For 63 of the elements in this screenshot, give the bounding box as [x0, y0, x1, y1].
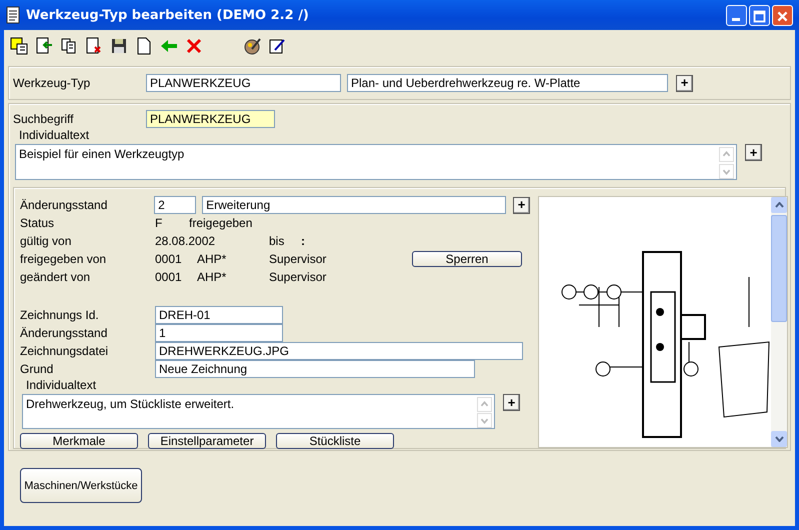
- drawing-field[interactable]: Neue Zeichnung: [155, 360, 475, 378]
- minimize-button[interactable]: [726, 4, 747, 26]
- drawing-field[interactable]: 1: [155, 324, 283, 342]
- field-label: Individualtext: [26, 378, 98, 392]
- lock-button[interactable]: Sperren: [412, 251, 522, 267]
- add-button[interactable]: +: [513, 196, 530, 214]
- window-title: Werkzeug-Typ bearbeiten (DEMO 2.2 /): [26, 8, 309, 22]
- field-label: Zeichnungsdatei: [20, 344, 110, 358]
- user-code: AHP*: [197, 252, 228, 266]
- delete-document-icon[interactable]: [85, 37, 103, 55]
- field-label: Status: [20, 216, 56, 230]
- save-icon[interactable]: [110, 37, 128, 55]
- field-label: Werkzeug-Typ: [13, 76, 92, 90]
- add-button[interactable]: +: [745, 144, 762, 161]
- field-label: geändert von: [20, 270, 92, 284]
- drawing-field[interactable]: DREH-01: [155, 306, 283, 324]
- user-role: Supervisor: [269, 252, 328, 266]
- field-label: Individualtext: [19, 128, 90, 142]
- document-icon: [6, 6, 20, 24]
- tab-button[interactable]: Merkmale: [20, 433, 138, 449]
- user-role: Supervisor: [269, 270, 326, 284]
- close-button[interactable]: [772, 4, 793, 26]
- drawing-field[interactable]: DREHWERKZEUG.JPG: [155, 342, 523, 360]
- close-icon[interactable]: [185, 37, 203, 55]
- scroll-up-icon[interactable]: [771, 197, 787, 213]
- tab-button[interactable]: Einstellparameter: [148, 433, 266, 449]
- tool-type-field[interactable]: PLANWERKZEUG: [146, 74, 341, 92]
- revision-number-field[interactable]: 2: [154, 196, 196, 214]
- maximize-button[interactable]: [749, 4, 770, 26]
- copy-icon[interactable]: [60, 37, 78, 55]
- back-arrow-icon[interactable]: [160, 37, 178, 55]
- user-id: 0001: [155, 252, 183, 266]
- field-label: Suchbegriff: [13, 112, 74, 126]
- minimize-icon: [732, 18, 740, 20]
- text-value: Drehwerkzeug, um Stückliste erweitert.: [26, 397, 234, 413]
- status-text: freigegeben: [189, 216, 252, 230]
- field-label: gültig von: [20, 234, 72, 248]
- text-value: Beispiel für einen Werkzeugtyp: [19, 147, 184, 163]
- description-field[interactable]: Plan- und Ueberdrehwerkzeug re. W-Platte: [347, 74, 668, 92]
- scrollbar[interactable]: [771, 197, 787, 447]
- scroll-down-icon[interactable]: [771, 431, 787, 447]
- machines-button[interactable]: Maschinen/Werkstücke: [20, 468, 142, 503]
- valid-from-date: 28.08.2002: [155, 234, 216, 248]
- search-term-field[interactable]: PLANWERKZEUG: [146, 110, 275, 128]
- add-button[interactable]: +: [676, 74, 693, 92]
- edit-document-icon[interactable]: [268, 37, 286, 55]
- field-label: Zeichnungs Id.: [20, 308, 100, 322]
- field-label: Änderungsstand: [20, 198, 108, 212]
- new-document-icon[interactable]: [135, 37, 153, 55]
- scroll-thumb[interactable]: [771, 215, 787, 322]
- valid-to-value: :: [301, 234, 305, 248]
- user-code: AHP*: [197, 270, 228, 284]
- field-label: bis: [269, 234, 286, 248]
- tab-button[interactable]: Stückliste: [276, 433, 394, 449]
- status-code: F: [155, 216, 164, 230]
- user-id: 0001: [155, 270, 183, 284]
- field-label: Grund: [20, 362, 54, 376]
- add-button[interactable]: +: [503, 394, 520, 411]
- import-icon[interactable]: [35, 37, 53, 55]
- field-label: Änderungsstand: [20, 326, 108, 340]
- palette-icon[interactable]: [243, 37, 261, 55]
- field-label: freigegeben von: [20, 252, 108, 266]
- revision-name-field[interactable]: Erweiterung: [202, 196, 506, 214]
